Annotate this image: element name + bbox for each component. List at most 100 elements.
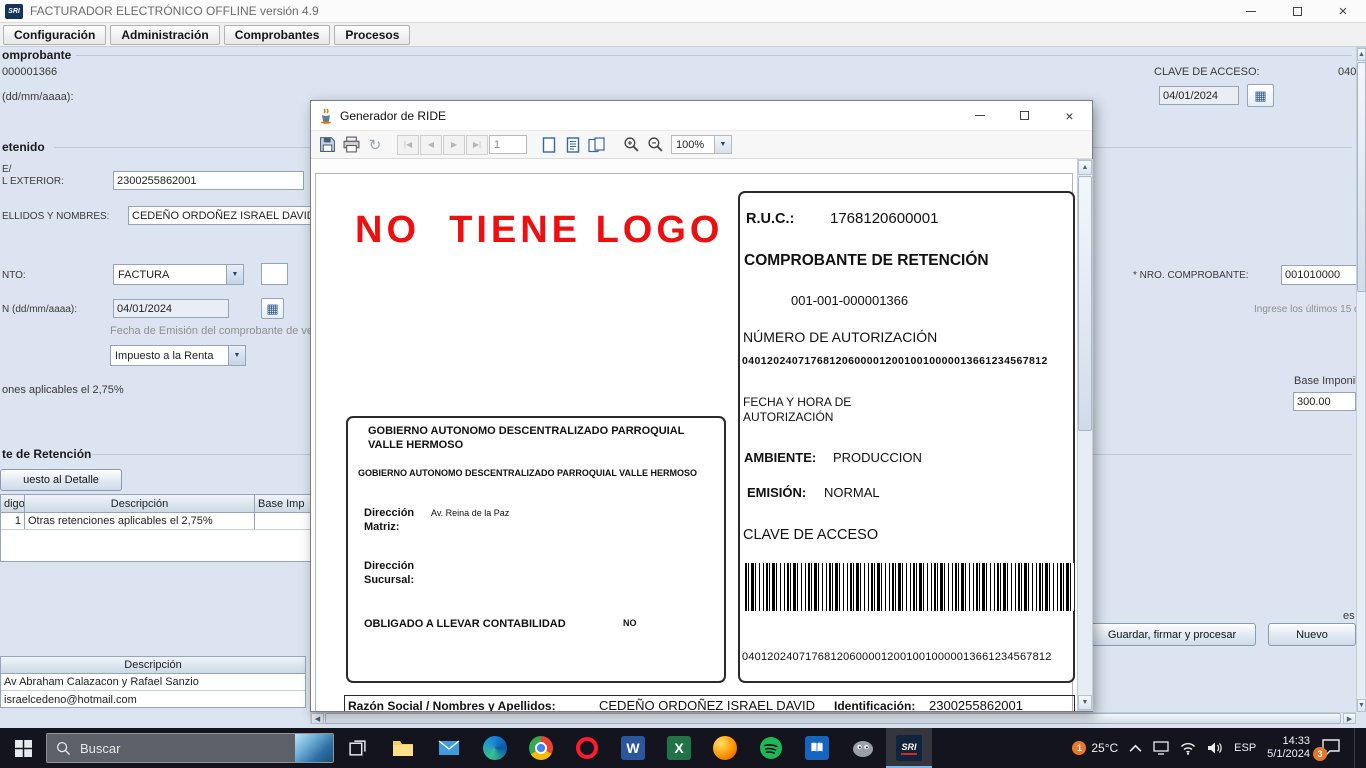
nav-last-icon: ▶| [473, 140, 481, 149]
fecha-emision-label: (dd/mm/aaaa): [2, 91, 74, 103]
clock-date: 5/1/2024 [1267, 748, 1310, 761]
clave-acceso-doc-value: 0401202407176812060000120010010000013661… [742, 651, 1052, 663]
save-button[interactable] [315, 133, 339, 157]
menu-comprobantes[interactable]: Comprobantes [224, 25, 331, 45]
entidad-nombre: GOBIERNO AUTONOMO DESCENTRALIZADO PARROQ… [368, 424, 713, 452]
taskbar-app-opera[interactable] [564, 728, 610, 768]
nav-next-icon: ▶ [451, 140, 457, 149]
scroll-left-button[interactable]: ◀ [311, 713, 324, 724]
menu-procesos[interactable]: Procesos [334, 25, 410, 45]
taskbar-app-file-explorer[interactable] [380, 728, 426, 768]
ride-dialog-titlebar[interactable]: Generador de RIDE × [311, 101, 1092, 131]
base-imponible-field[interactable]: 300.00 [1293, 392, 1356, 411]
fecha-emision-field[interactable]: 04/01/2024 [1159, 86, 1239, 105]
language-indicator[interactable]: ESP [1234, 742, 1256, 754]
close-button[interactable]: × [1320, 0, 1366, 22]
identificacion-field[interactable]: 2300255862001 [113, 171, 304, 190]
info-table-header: Descripción [1, 657, 305, 674]
menu-configuracion[interactable]: Configuración [3, 25, 106, 45]
taskbar-app-firefox[interactable] [702, 728, 748, 768]
taskbar-app-mail[interactable] [426, 728, 472, 768]
main-vertical-scrollbar[interactable]: ▲ ▼ [1356, 47, 1366, 712]
scroll-right-button[interactable]: ▶ [1343, 713, 1356, 724]
first-page-button[interactable]: |◀ [397, 135, 419, 155]
taskbar-app-gimp[interactable] [840, 728, 886, 768]
impuesto-combo[interactable]: Impuesto a la Renta ▼ [110, 345, 246, 366]
calendar-button-doc[interactable]: ▦ [261, 298, 284, 319]
taskbar-search-box[interactable]: Buscar [46, 733, 334, 763]
apellidos-field[interactable]: CEDEÑO ORDOÑEZ ISRAEL DAVID [128, 206, 314, 225]
dialog-maximize-button[interactable] [1002, 101, 1047, 130]
vertical-scroll-thumb[interactable] [1078, 176, 1092, 431]
calendar-icon: ▦ [266, 301, 278, 317]
zoom-in-button[interactable] [619, 133, 643, 157]
taskbar-app-excel[interactable]: X [656, 728, 702, 768]
scroll-down-button[interactable]: ▼ [1078, 695, 1092, 710]
show-desktop-button[interactable] [1354, 728, 1358, 768]
volume-icon[interactable] [1207, 741, 1223, 755]
taskbar-app-spotify[interactable] [748, 728, 794, 768]
task-view-button[interactable] [334, 728, 380, 768]
taskbar-app-sri-facturador[interactable]: SRI [886, 728, 932, 768]
guardar-firmar-button[interactable]: Guardar, firmar y procesar [1088, 623, 1256, 646]
maximize-button[interactable] [1274, 0, 1320, 22]
two-page-layout-button[interactable] [585, 133, 609, 157]
entidad-nombre-2: GOBIERNO AUTONOMO DESCENTRALIZADO PARROQ… [358, 468, 697, 478]
scroll-down-button[interactable]: ▼ [1357, 699, 1366, 712]
clock-time: 14:33 [1267, 735, 1310, 748]
nuevo-button[interactable]: Nuevo [1268, 623, 1356, 646]
notification-center-button[interactable]: 3 [1321, 737, 1343, 759]
print-button[interactable] [339, 133, 363, 157]
scroll-up-button[interactable]: ▲ [1357, 48, 1366, 61]
main-horizontal-scrollbar[interactable]: ◀ ▶ [310, 712, 1356, 724]
page-number-input[interactable]: 1 [489, 135, 527, 154]
weather-widget[interactable]: 1 25°C [1072, 741, 1118, 755]
documento-aux-box[interactable] [261, 263, 288, 285]
main-window-titlebar[interactable]: SRI FACTURADOR ELECTRÓNICO OFFLINE versi… [0, 0, 1366, 23]
info-table-row[interactable]: Av Abraham Calazacon y Rafael Sanzio [1, 674, 305, 691]
mail-icon [437, 736, 461, 760]
monitor-icon[interactable] [1153, 741, 1169, 755]
taskbar-app-word[interactable]: W [610, 728, 656, 768]
opera-icon [576, 737, 598, 759]
network-wifi-icon[interactable] [1180, 742, 1196, 755]
menu-administracion[interactable]: Administración [110, 25, 219, 45]
info-table-row[interactable]: israelcedeno@hotmail.com [1, 691, 305, 708]
taskbar-app-edge[interactable] [472, 728, 518, 768]
minimize-button[interactable] [1228, 0, 1274, 22]
contabilidad-label: OBLIGADO A LLEVAR CONTABILIDAD [364, 618, 566, 630]
taskbar-app-reader[interactable] [794, 728, 840, 768]
file-explorer-icon [391, 736, 415, 760]
hidden-icons-chevron[interactable] [1129, 744, 1142, 753]
documento-combo[interactable]: FACTURA ▼ [113, 264, 244, 285]
zoom-combo[interactable]: 100% ▼ [671, 135, 732, 154]
last-page-button[interactable]: ▶| [466, 135, 488, 155]
fecha-doc-label: N (dd/mm/aaaa): [2, 304, 77, 315]
zoom-out-button[interactable] [643, 133, 667, 157]
agregar-impuesto-button[interactable]: uesto al Detalle [0, 469, 122, 491]
fecha-doc-field[interactable]: 04/01/2024 [113, 299, 229, 318]
nro-comprobante-field[interactable]: 001010000 [1281, 265, 1356, 285]
scroll-up-button[interactable]: ▲ [1078, 160, 1092, 175]
zoom-dropdown-button[interactable]: ▼ [715, 135, 732, 154]
single-page-layout-button[interactable] [537, 133, 561, 157]
start-button[interactable] [0, 728, 46, 768]
dialog-close-button[interactable]: × [1047, 101, 1092, 130]
dialog-minimize-button[interactable] [957, 101, 1002, 130]
calendar-button-emision[interactable]: ▦ [1247, 84, 1274, 107]
clock[interactable]: 14:33 5/1/2024 [1267, 735, 1310, 761]
search-icon [56, 741, 71, 756]
dropdown-arrow-icon: ▼ [226, 265, 243, 284]
previous-page-button[interactable]: ◀ [420, 135, 442, 155]
next-page-button[interactable]: ▶ [443, 135, 465, 155]
tax-table-row[interactable]: 1 Otras retenciones aplicables el 2,75% [1, 513, 343, 530]
doc-numero: 001-001-000001366 [791, 293, 908, 308]
vertical-scroll-thumb[interactable] [1357, 62, 1366, 292]
taskbar-app-chrome[interactable] [518, 728, 564, 768]
documento-combo-value: FACTURA [118, 269, 169, 281]
text-page-layout-button[interactable] [561, 133, 585, 157]
search-highlight-image [295, 734, 333, 762]
horizontal-scroll-thumb[interactable] [325, 713, 1341, 724]
dialog-vertical-scrollbar[interactable]: ▲ ▼ [1077, 159, 1093, 711]
refresh-button[interactable]: ↻ [363, 133, 387, 157]
